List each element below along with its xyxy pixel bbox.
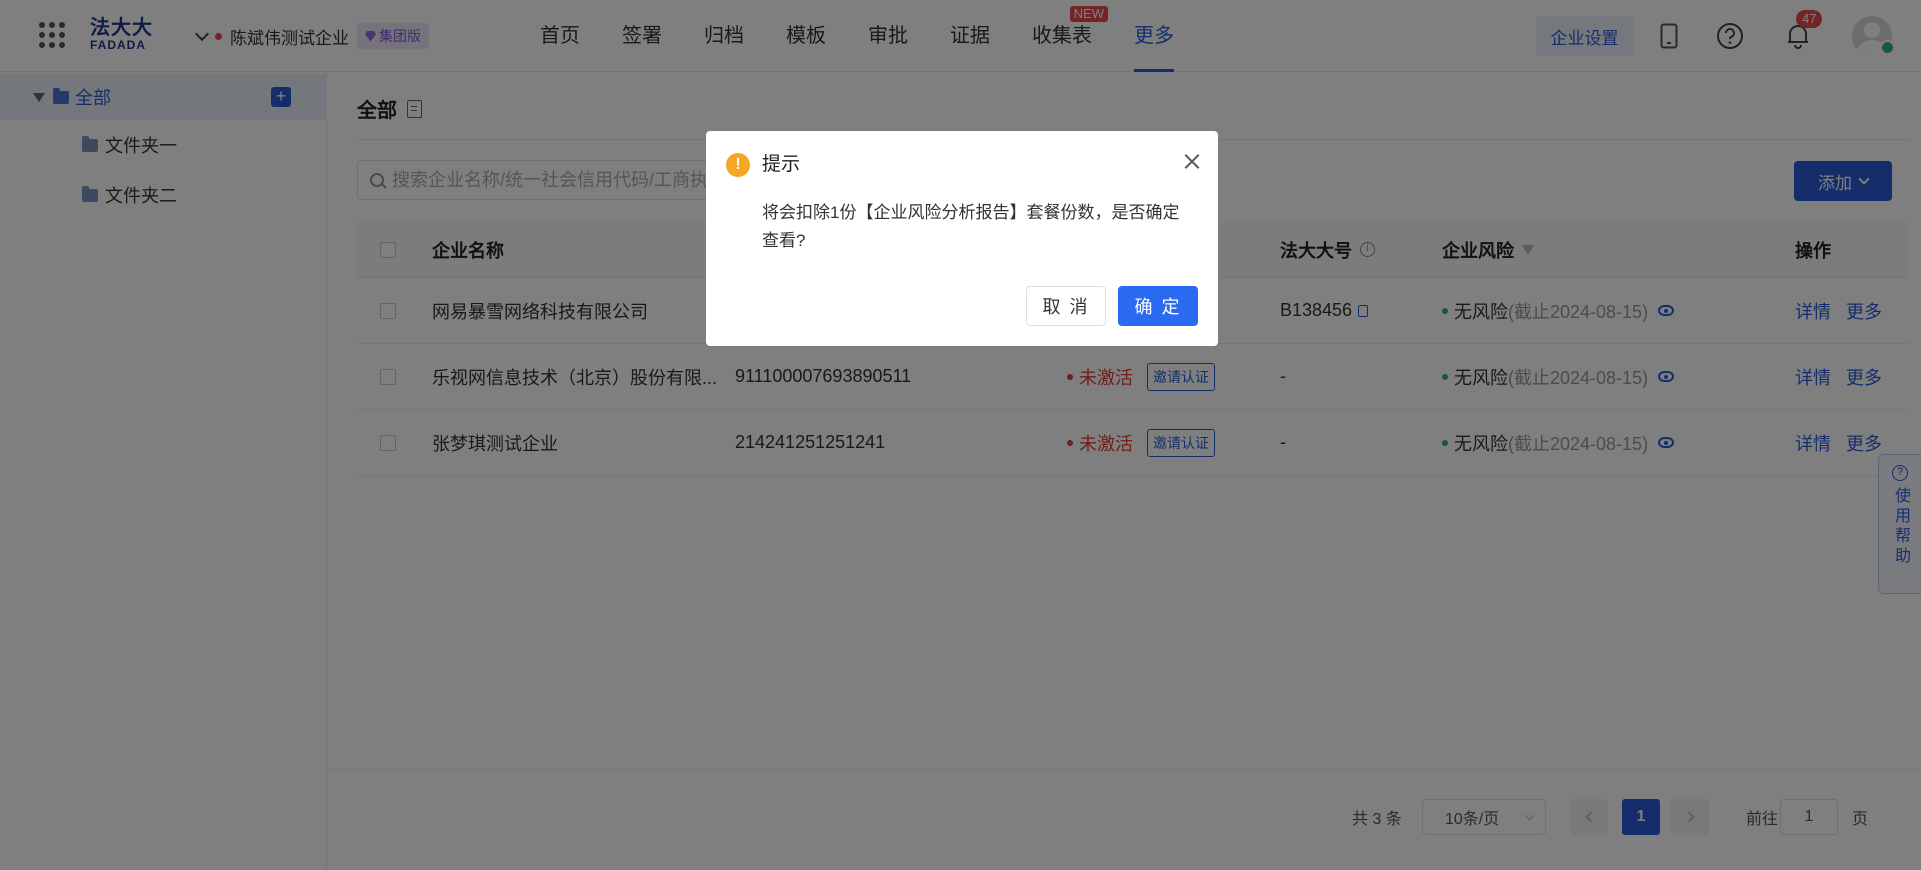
dialog-title: 提示: [762, 154, 801, 175]
warning-icon: !: [726, 153, 750, 177]
confirm-dialog: ! 提示 将会扣除1份【企业风险分析报告】套餐份数，是否确定查看? 取 消 确 …: [706, 131, 1218, 346]
confirm-button[interactable]: 确 定: [1118, 286, 1198, 326]
cancel-button[interactable]: 取 消: [1026, 286, 1106, 326]
dialog-message: 将会扣除1份【企业风险分析报告】套餐份数，是否确定查看?: [762, 203, 1180, 250]
close-icon[interactable]: [1182, 151, 1202, 171]
